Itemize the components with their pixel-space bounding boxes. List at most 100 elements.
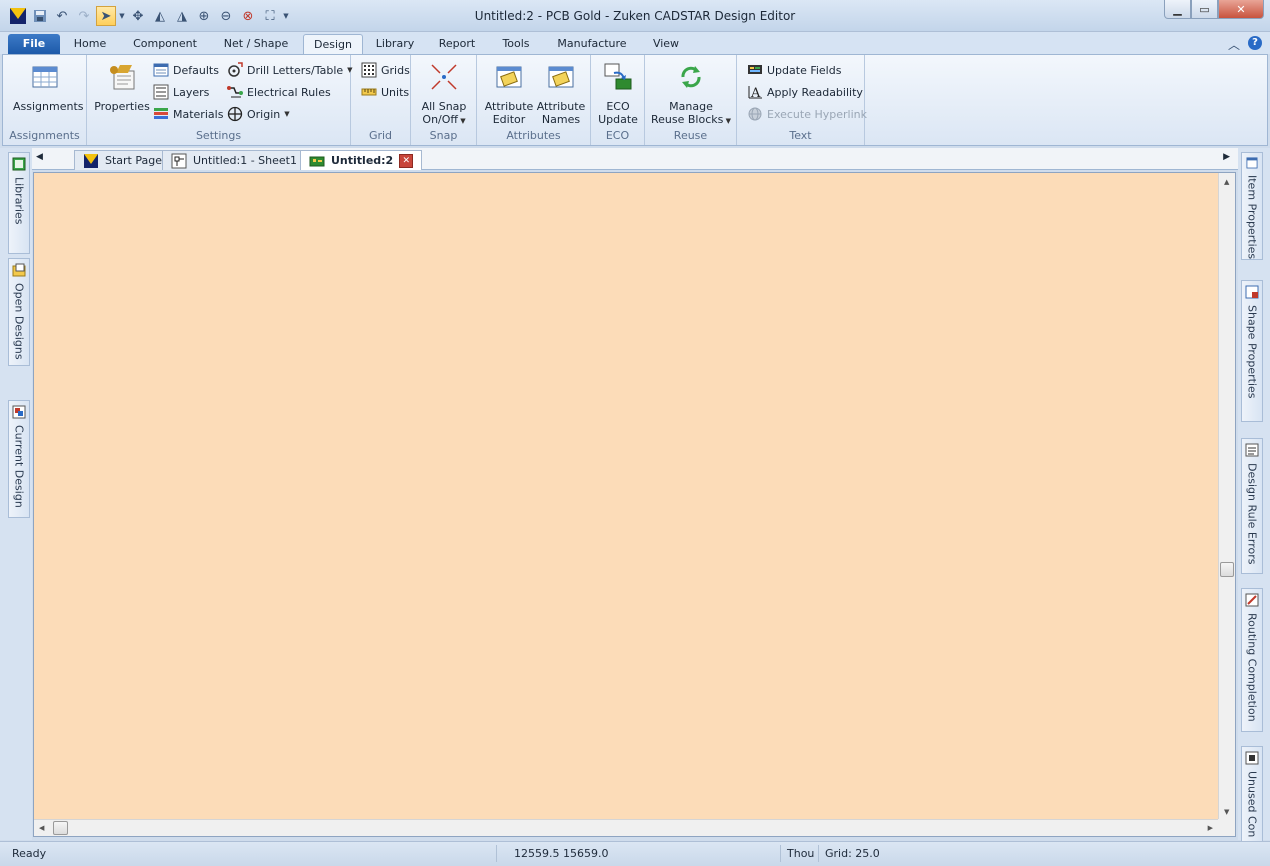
doc-tab-untitled2[interactable]: Untitled:2 ✕ [300, 150, 423, 170]
chevron-down-icon: ▼ [457, 117, 466, 125]
apply-readability-button[interactable]: A Apply Readability [747, 82, 863, 102]
defaults-icon [153, 63, 169, 77]
scroll-down-icon[interactable]: ▼ [1224, 808, 1229, 816]
grids-button[interactable]: Grids [361, 60, 410, 80]
units-button[interactable]: Units [361, 82, 409, 102]
help-icon[interactable]: ? [1248, 36, 1262, 50]
eco-label-1: ECO [606, 100, 630, 113]
chevron-down-icon: ▼ [723, 117, 731, 125]
electrical-rules-button[interactable]: Electrical Rules [227, 82, 331, 102]
panel-tab-label: Shape Properties [1245, 305, 1259, 399]
tab-design[interactable]: Design [303, 34, 363, 54]
attribute-names-button[interactable]: Attribute Names [535, 61, 587, 126]
snap-label-2-text: On/Off [422, 113, 458, 126]
grid-indicator: Grid: 25.0 [818, 845, 886, 862]
group-eco: ECO Update ECO [591, 55, 645, 145]
materials-button[interactable]: Materials [153, 104, 223, 124]
unused-connections-icon [1245, 751, 1259, 765]
tab-manufacture[interactable]: Manufacture [548, 34, 636, 54]
current-design-icon [12, 405, 26, 419]
origin-icon [227, 106, 243, 122]
panel-tab-item-properties[interactable]: Item Properties [1241, 152, 1263, 260]
panel-tab-shape-properties[interactable]: Shape Properties [1241, 280, 1263, 422]
title-bar: ↶ ↷ ➤ ▼ ✥ ◭ ◮ ⊕ ⊖ ⊗ ⛶ ▼ Untitled:2 - PCB… [0, 0, 1270, 32]
tab-view[interactable]: View [642, 34, 690, 54]
scroll-up-icon[interactable]: ▲ [1224, 178, 1229, 186]
close-button[interactable]: ✕ [1218, 0, 1264, 19]
horizontal-scroll-thumb[interactable] [53, 821, 68, 835]
doc-tab-label: Untitled:2 [331, 154, 394, 167]
units-label: Units [381, 85, 410, 99]
attribute-names-icon [548, 66, 574, 88]
drill-letters-table-button[interactable]: Drill Letters/Table ▼ [227, 60, 353, 80]
electrical-rules-icon [227, 86, 243, 98]
assignments-button[interactable]: Assignments [13, 61, 84, 113]
tab-file[interactable]: File [8, 34, 60, 54]
group-label: Text [789, 129, 812, 142]
panel-tab-label: Item Properties [1245, 174, 1259, 259]
reuse-refresh-icon [681, 66, 701, 88]
scroll-left-icon[interactable]: ◀ [39, 824, 44, 832]
panel-tab-current-design[interactable]: Current Design [8, 400, 30, 518]
reuse-label-1: Manage [669, 100, 713, 113]
eco-update-button[interactable]: ECO Update [595, 61, 641, 126]
update-fields-button[interactable]: Update Fields [747, 60, 841, 80]
materials-icon [154, 108, 168, 119]
status-text: Ready [12, 847, 47, 860]
assignments-label: Assignments [13, 100, 84, 113]
item-properties-icon [1246, 157, 1258, 169]
doc-tab-start-page[interactable]: Start Page [74, 150, 171, 170]
layers-button[interactable]: Layers [153, 82, 209, 102]
tab-scroll-right-icon[interactable]: ▶ [1223, 152, 1230, 162]
defaults-button[interactable]: Defaults [153, 60, 219, 80]
tab-component[interactable]: Component [120, 34, 210, 54]
tab-library[interactable]: Library [367, 34, 423, 54]
group-snap: All Snap On/Off ▼ Snap [411, 55, 477, 145]
all-snap-toggle-button[interactable]: All Snap On/Off ▼ [416, 61, 472, 128]
snap-icon [431, 64, 457, 90]
ribbon-controls: ︿ ? [1228, 36, 1262, 53]
materials-label: Materials [173, 107, 224, 121]
tab-net-shape[interactable]: Net / Shape [214, 34, 298, 54]
vertical-scroll-thumb[interactable] [1220, 562, 1234, 577]
execute-hyperlink-button[interactable]: Execute Hyperlink [747, 104, 867, 124]
panel-tab-unused-connections[interactable]: Unused Con [1241, 746, 1263, 842]
minimize-button[interactable]: ▁ [1164, 0, 1191, 19]
properties-icon [110, 65, 135, 90]
panel-tab-label: Design Rule Errors [1245, 463, 1259, 565]
doc-tab-untitled1-sheet1[interactable]: Untitled:1 - Sheet1 [162, 150, 306, 170]
reuse-label-2-text: Reuse Blocks [651, 113, 724, 126]
doc-tab-label: Untitled:1 - Sheet1 [193, 154, 297, 167]
panel-tab-routing-completion[interactable]: Routing Completion [1241, 588, 1263, 732]
tab-scroll-left-icon[interactable]: ◀ [36, 152, 43, 162]
collapse-ribbon-icon[interactable]: ︿ [1228, 36, 1240, 53]
design-canvas[interactable]: ▲ ▼ ◀ ▶ [33, 172, 1236, 837]
cursor-coordinates: 12559.5 15659.0 [514, 847, 609, 860]
origin-button[interactable]: Origin ▼ [227, 104, 290, 124]
attribute-editor-label-2: Editor [492, 113, 526, 126]
group-label: Attributes [506, 129, 561, 142]
properties-button[interactable]: Properties [93, 61, 151, 113]
vertical-scrollbar[interactable]: ▲ ▼ [1218, 173, 1235, 820]
manage-reuse-blocks-button[interactable]: Manage Reuse Blocks ▼ [649, 61, 733, 128]
origin-label: Origin [247, 107, 281, 121]
group-label: ECO [605, 129, 630, 142]
apply-readability-label: Apply Readability [767, 85, 863, 99]
horizontal-scrollbar[interactable]: ◀ ▶ [34, 819, 1218, 836]
tab-home[interactable]: Home [64, 34, 116, 54]
panel-tab-open-designs[interactable]: Open Designs [8, 258, 30, 366]
panel-tab-design-rule-errors[interactable]: Design Rule Errors [1241, 438, 1263, 574]
routing-completion-icon [1245, 593, 1259, 607]
scroll-right-icon[interactable]: ▶ [1208, 824, 1213, 832]
attribute-editor-button[interactable]: Attribute Editor [483, 61, 535, 126]
tab-report[interactable]: Report [428, 34, 486, 54]
tab-tools[interactable]: Tools [490, 34, 542, 54]
drill-icon [228, 62, 243, 77]
close-tab-icon[interactable]: ✕ [399, 153, 414, 168]
attribute-editor-icon [496, 66, 522, 88]
panel-tab-libraries[interactable]: Libraries [8, 152, 30, 254]
maximize-button[interactable]: ▭ [1191, 0, 1218, 19]
panel-tab-label: Routing Completion [1245, 613, 1259, 722]
update-fields-icon [748, 65, 762, 74]
panel-tab-label: Open Designs [12, 283, 26, 360]
